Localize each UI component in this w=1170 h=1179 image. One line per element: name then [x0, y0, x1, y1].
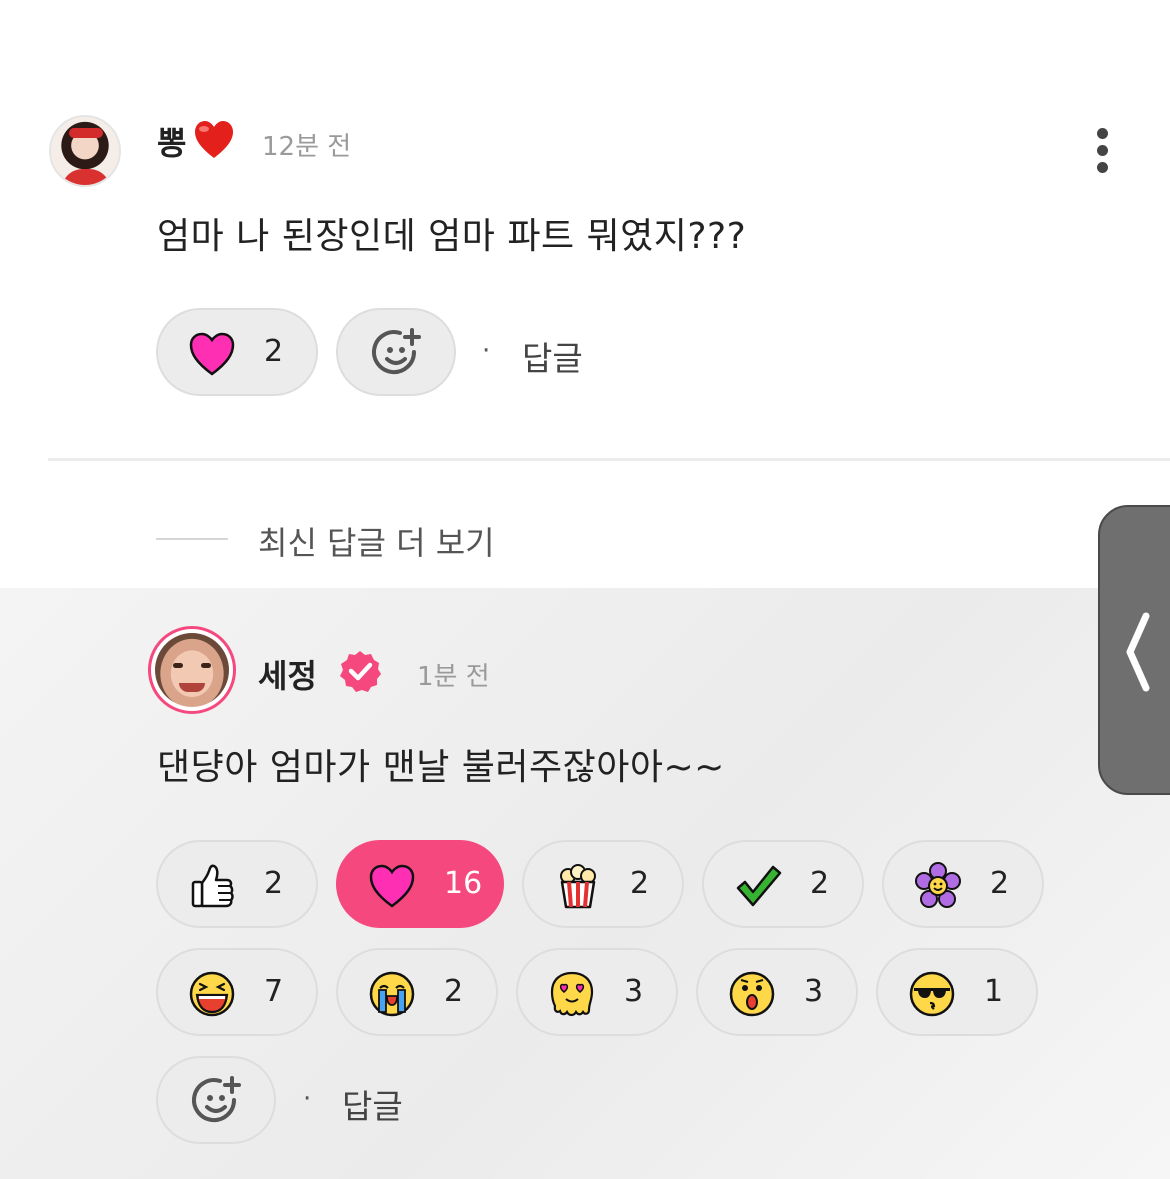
avatar-mouth	[179, 683, 205, 692]
reaction-count: 3	[624, 974, 644, 1009]
chevron-left-icon	[1126, 612, 1150, 692]
reaction-count: 3	[804, 974, 824, 1009]
reaction-pill[interactable]: 3	[696, 948, 858, 1036]
popcorn-icon	[560, 864, 596, 909]
add-emoji-icon	[372, 328, 421, 375]
crying-face-icon	[369, 971, 415, 1017]
comment-author[interactable]: 뽕	[157, 118, 186, 164]
reaction-pill[interactable]: 1	[876, 948, 1038, 1036]
reaction-count: 2	[990, 866, 1010, 901]
divider	[48, 458, 1170, 461]
reaction-pill[interactable]: 2	[882, 840, 1044, 928]
reaction-pill[interactable]: 2	[156, 308, 318, 396]
headband	[69, 128, 103, 138]
reaction-count: 2	[264, 334, 284, 369]
avatar-eye	[173, 663, 183, 668]
reaction-count: 2	[444, 974, 464, 1009]
reaction-pill[interactable]: 2	[156, 840, 318, 928]
sunglasses-face-icon	[909, 971, 955, 1017]
reaction-pill[interactable]: 2	[702, 840, 864, 928]
heart-eyes-face-icon	[550, 971, 594, 1017]
side-panel-handle[interactable]	[1098, 505, 1170, 795]
comment-time: 12분 전	[262, 132, 352, 162]
separator-dot: ·	[303, 1084, 312, 1114]
check-icon	[736, 865, 782, 907]
heart-icon	[189, 332, 235, 376]
avatar-eye	[201, 663, 211, 668]
avatar[interactable]	[49, 115, 121, 187]
more-replies-line	[156, 538, 228, 540]
reaction-count: 1	[984, 974, 1004, 1009]
thumbs-up-icon	[191, 864, 234, 908]
avatar[interactable]	[148, 626, 236, 714]
separator-dot: ·	[482, 336, 491, 366]
comment-text: 댄댱아 엄마가 맨날 불러주잖아아~~	[157, 747, 725, 788]
reaction-pill[interactable]: 3	[516, 948, 678, 1036]
reaction-pill[interactable]: 7	[156, 948, 318, 1036]
first-comment-area	[0, 0, 1170, 588]
laughing-face-icon	[189, 971, 235, 1017]
reaction-count: 16	[444, 866, 483, 901]
comment-text: 엄마 나 된장인데 엄마 파트 뭐였지???	[157, 216, 747, 257]
reaction-pill-selected[interactable]: 16	[336, 840, 504, 928]
comment-author[interactable]: 세정	[258, 651, 317, 697]
add-emoji-icon	[192, 1076, 241, 1123]
add-reaction-button[interactable]	[336, 308, 456, 396]
reaction-pill[interactable]: 2	[522, 840, 684, 928]
reaction-count: 2	[264, 866, 284, 901]
reaction-count: 2	[630, 866, 650, 901]
more-replies-button[interactable]: 최신 답글 더 보기	[258, 518, 495, 564]
reaction-count: 2	[810, 866, 830, 901]
reply-button[interactable]: 답글	[522, 332, 583, 380]
verified-badge-icon	[340, 651, 381, 692]
more-options-icon[interactable]	[1088, 124, 1118, 178]
surprised-face-icon	[729, 971, 775, 1017]
flower-icon	[915, 862, 961, 908]
comment-time: 1분 전	[417, 662, 490, 692]
shirt	[61, 169, 111, 185]
avatar-face	[155, 633, 229, 707]
heart-icon	[369, 864, 415, 908]
add-reaction-button[interactable]	[156, 1056, 276, 1144]
heart-emoji-icon	[195, 121, 233, 158]
reply-button[interactable]: 답글	[342, 1080, 403, 1128]
reaction-count: 7	[264, 974, 284, 1009]
reaction-pill[interactable]: 2	[336, 948, 498, 1036]
